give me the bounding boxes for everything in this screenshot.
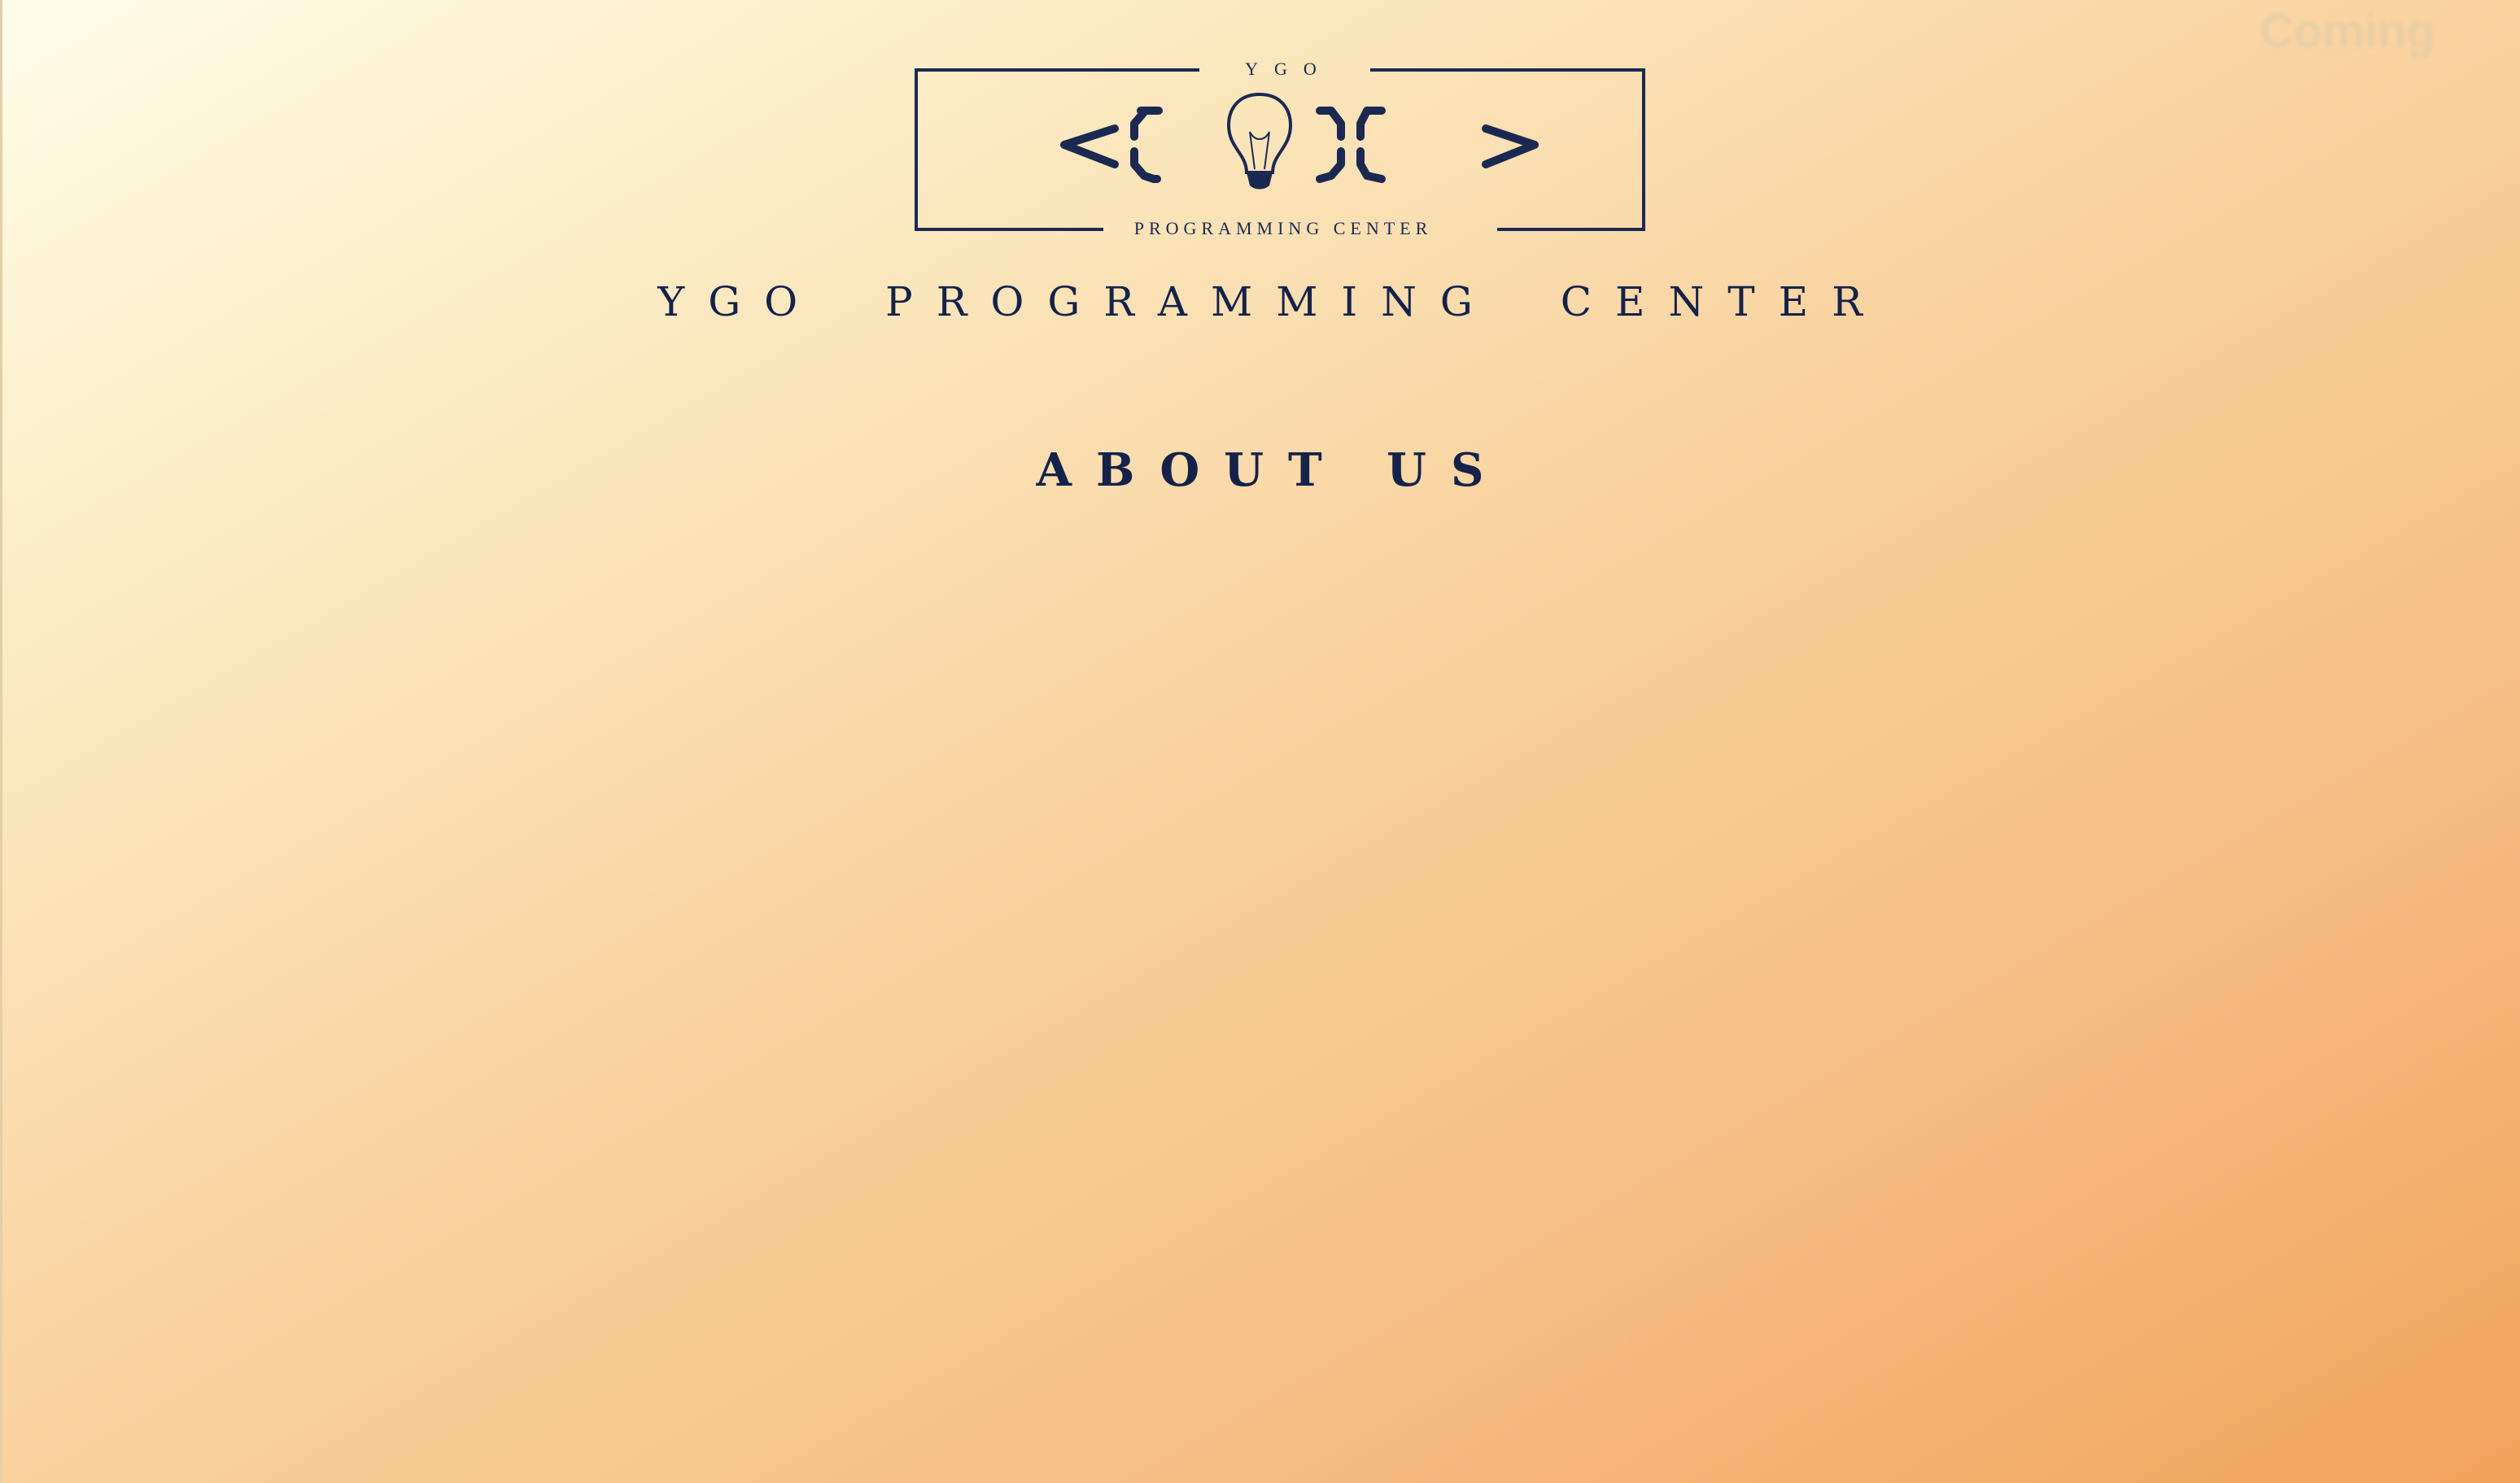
page-heading: ABOUT US (1036, 443, 1509, 497)
site-logo[interactable]: YGO PROGRAMMING CENTER (915, 50, 1647, 239)
corner-watermark-text: Coming (2260, 5, 2435, 58)
lightbulb-icon (1226, 92, 1293, 190)
logo-bottom-text: PROGRAMMING CENTER (1133, 218, 1433, 238)
logo-frame-right (1370, 68, 1645, 231)
page-left-border (0, 0, 2, 1483)
greater-than-icon (1482, 124, 1539, 168)
less-than-icon (1060, 124, 1119, 168)
corner-watermark: Coming (2243, 0, 2520, 63)
logo-frame-left (915, 68, 1199, 231)
site-title[interactable]: YGO PROGRAMMING CENTER (0, 281, 2520, 322)
logo-top-text: YGO (1245, 59, 1333, 79)
